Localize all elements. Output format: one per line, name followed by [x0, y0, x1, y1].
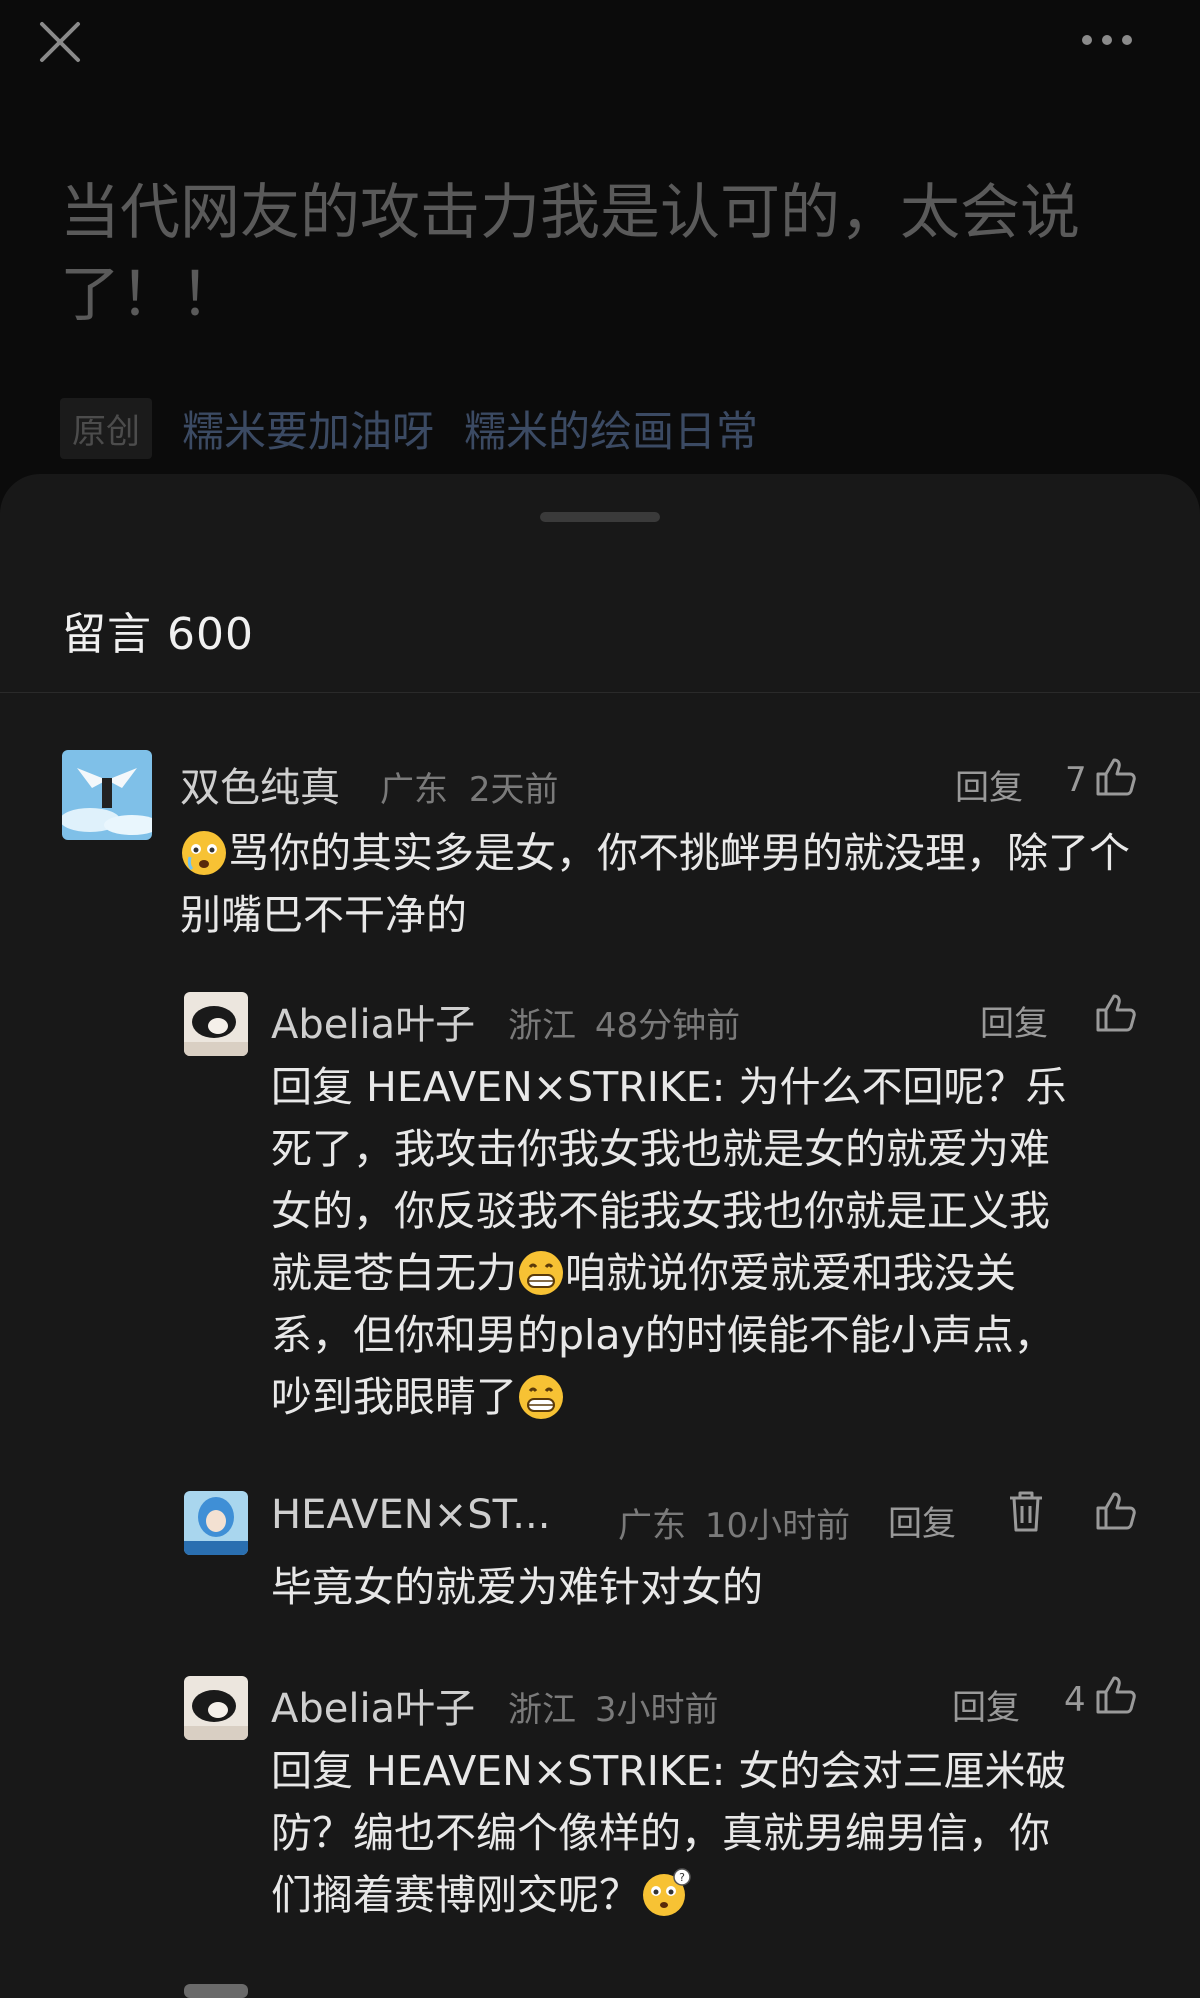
reply-button[interactable]: 回复	[980, 996, 1048, 1045]
comment-time: 2天前	[468, 770, 559, 810]
comment-author[interactable]: Abelia叶子	[271, 992, 475, 1050]
comment-author[interactable]: Abelia叶子	[271, 1676, 475, 1734]
avatar[interactable]	[184, 1676, 248, 1740]
comment-text: 吵到我眼睛了	[271, 1373, 517, 1421]
more-options-icon[interactable]	[1082, 28, 1142, 52]
worried-face-emoji	[180, 829, 228, 877]
comment-author[interactable]: 双色纯真	[180, 755, 340, 813]
comment-time: 3小时前	[594, 1690, 719, 1730]
avatar[interactable]	[184, 1984, 248, 1998]
comment-meta: 浙江 48分钟前	[508, 998, 740, 1047]
like-icon[interactable]	[1094, 1490, 1138, 1534]
comment-body: 回复 HEAVEN×STRIKE: 女的会对三厘米破 防？编也不编个像样的，真就…	[271, 1740, 1151, 1926]
like-icon[interactable]	[1094, 992, 1138, 1036]
comment-body: 骂你的其实多是女，你不挑衅男的就没理，除了个别嘴巴不干净的	[180, 822, 1140, 946]
divider	[0, 692, 1200, 693]
grinning-face-emoji	[517, 1249, 565, 1297]
comment-location: 广东	[380, 770, 448, 810]
comment-text: 们搁着赛博刚交呢？	[271, 1871, 640, 1919]
comment-line: 回复 HEAVEN×STRIKE: 女的会对三厘米破	[271, 1747, 1067, 1795]
reply-button[interactable]: 回复	[888, 1496, 956, 1545]
collection-link[interactable]: 糯米的绘画日常	[464, 398, 758, 459]
comment-line: 女的，你反驳我不能我女我也你就是正义我	[271, 1187, 1050, 1235]
like-icon[interactable]	[1094, 1674, 1138, 1718]
comment-line: 吵到我眼睛了	[271, 1366, 1151, 1428]
comment-body: 回复 HEAVEN×STRIKE: 为什么不回呢？乐 死了，我攻击你我女我也就是…	[271, 1056, 1151, 1428]
comment-line: 就是苍白无力 咱就说你爱就爱和我没关	[271, 1242, 1151, 1304]
grinning-face-emoji	[517, 1373, 565, 1421]
like-count: 4	[1064, 1680, 1086, 1720]
comment-location: 广东	[618, 1506, 686, 1546]
avatar[interactable]	[62, 750, 152, 840]
comment-line: 系，但你和男的play的时候能不能小声点，	[271, 1311, 1055, 1359]
original-badge: 原创	[60, 398, 152, 459]
comment-line: 们搁着赛博刚交呢？ ?	[271, 1864, 1151, 1926]
delete-icon[interactable]	[1006, 1490, 1046, 1534]
comment-author[interactable]: HEAVEN×ST...	[271, 1492, 550, 1538]
avatar[interactable]	[184, 992, 248, 1056]
comment-line: 死了，我攻击你我女我也就是女的就爱为难	[271, 1125, 1050, 1173]
comment-meta: 广东 10小时前	[618, 1498, 850, 1547]
drag-handle[interactable]	[540, 512, 660, 522]
reply-button[interactable]: 回复	[952, 1680, 1020, 1729]
comment-text: 就是苍白无力	[271, 1249, 517, 1297]
comment-text: 咱就说你爱就爱和我没关	[565, 1249, 1016, 1297]
comment-time: 48分钟前	[594, 1006, 741, 1046]
comments-count-title: 留言 600	[62, 609, 254, 660]
comment-text: 骂你的其实多是女，你不挑衅男的就没理，除了个别嘴巴不干净的	[180, 829, 1130, 939]
close-icon[interactable]	[36, 18, 84, 66]
comment-meta: 浙江 3小时前	[508, 1682, 718, 1731]
comment-location: 浙江	[508, 1006, 576, 1046]
article-meta: 原创 糯米要加油呀 糯米的绘画日常	[60, 398, 758, 459]
comment-meta: 广东 2天前	[380, 762, 558, 811]
author-link[interactable]: 糯米要加油呀	[182, 398, 434, 459]
like-count: 7	[1065, 760, 1087, 800]
comment-line: 防？编也不编个像样的，真就男编男信，你	[271, 1809, 1050, 1857]
confused-face-emoji: ?	[640, 1867, 691, 1916]
comment-time: 10小时前	[704, 1506, 851, 1546]
like-icon[interactable]	[1094, 756, 1138, 800]
avatar[interactable]	[184, 1491, 248, 1555]
article-title: 当代网友的攻击力我是认可的，太会说了！！	[60, 178, 1080, 330]
comment-location: 浙江	[508, 1690, 576, 1730]
comment-body: 毕竟女的就爱为难针对女的	[271, 1563, 763, 1611]
reply-button[interactable]: 回复	[955, 760, 1023, 809]
svg-text:?: ?	[679, 1871, 685, 1884]
comment-line: 回复 HEAVEN×STRIKE: 为什么不回呢？乐	[271, 1063, 1067, 1111]
